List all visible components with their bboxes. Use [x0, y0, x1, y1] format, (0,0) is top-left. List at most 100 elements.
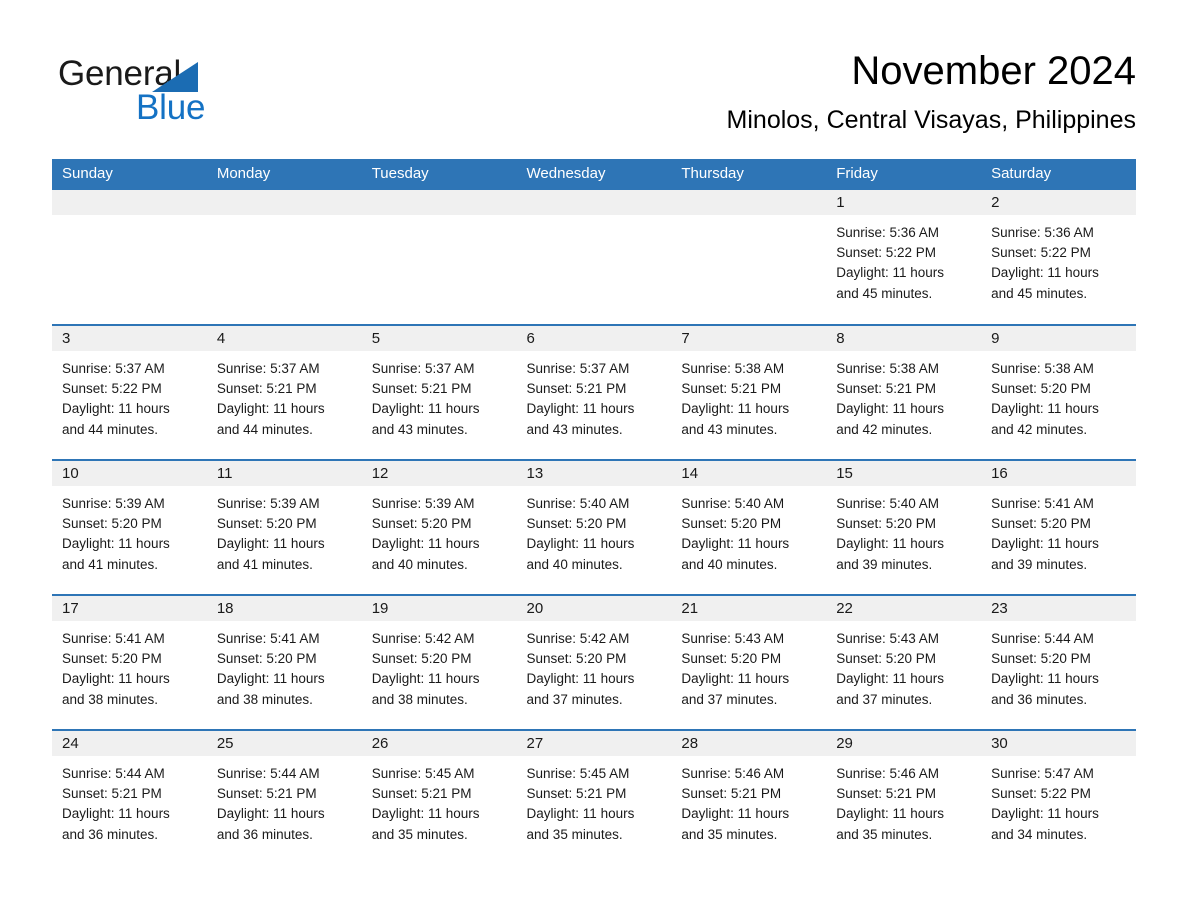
- daylight-text-line2: and 40 minutes.: [681, 556, 778, 572]
- weekday-header-tuesday: Tuesday: [361, 159, 517, 190]
- sunset-text: Sunset: 5:20 PM: [526, 516, 627, 532]
- daylight-text-line2: and 36 minutes.: [62, 826, 159, 842]
- day-number: 22: [826, 596, 982, 621]
- calendar-day-cell[interactable]: 4 Sunrise: 5:37 AM Sunset: 5:21 PM Daylight…: [206, 324, 362, 460]
- sunset-text: Sunset: 5:22 PM: [991, 245, 1091, 261]
- calendar-day-cell[interactable]: 11 Sunrise: 5:39 AM Sunset: 5:20 PM Dayligh…: [206, 459, 362, 595]
- daylight-text-line2: and 44 minutes.: [216, 421, 313, 437]
- page-subtitle: Minolos, Central Visayas, Philippines: [726, 106, 1136, 134]
- calendar-week-row: 17 Sunrise: 5:41 AM Sunset: 5:20 PM Dayligh…: [52, 594, 1136, 730]
- daylight-text-line2: and 38 minutes.: [371, 691, 468, 707]
- weekday-header-wednesday: Wednesday: [516, 159, 672, 190]
- calendar-day-cell[interactable]: 29 Sunrise: 5:46 AM Sunset: 5:21 PM Dayligh…: [826, 729, 982, 865]
- calendar-day-cell[interactable]: 18 Sunrise: 5:41 AM Sunset: 5:20 PM Dayligh…: [206, 594, 362, 730]
- day-details: Sunrise: 5:36 AM Sunset: 5:22 PM Daylight:…: [981, 215, 1136, 304]
- calendar-day-cell[interactable]: 9 Sunrise: 5:38 AM Sunset: 5:20 PM Daylight…: [981, 324, 1136, 460]
- generalblue-logo[interactable]: General Blue: [58, 54, 258, 132]
- day-number: 29: [826, 731, 982, 756]
- calendar-day-cell-empty: [206, 190, 362, 325]
- day-number: 3: [52, 326, 207, 351]
- daylight-text-line2: and 35 minutes.: [836, 826, 933, 842]
- calendar-day-cell[interactable]: 27 Sunrise: 5:45 AM Sunset: 5:21 PM Dayligh…: [516, 729, 672, 865]
- calendar-day-cell[interactable]: 23 Sunrise: 5:44 AM Sunset: 5:20 PM Dayligh…: [981, 594, 1136, 730]
- logo-text-blue: Blue: [136, 88, 206, 127]
- sunset-text: Sunset: 5:20 PM: [681, 651, 782, 667]
- calendar-day-cell[interactable]: 10 Sunrise: 5:39 AM Sunset: 5:20 PM Dayligh…: [52, 459, 207, 595]
- daylight-text-line1: Daylight: 11 hours: [991, 536, 1099, 552]
- calendar-day-cell[interactable]: 20 Sunrise: 5:42 AM Sunset: 5:20 PM Dayligh…: [516, 594, 672, 730]
- calendar-day-cell[interactable]: 21 Sunrise: 5:43 AM Sunset: 5:20 PM Dayligh…: [671, 594, 827, 730]
- day-number: 24: [52, 731, 207, 756]
- calendar-day-cell[interactable]: 17 Sunrise: 5:41 AM Sunset: 5:20 PM Dayligh…: [52, 594, 207, 730]
- calendar-day-cell[interactable]: 6 Sunrise: 5:37 AM Sunset: 5:21 PM Daylight…: [516, 324, 672, 460]
- daylight-text-line1: Daylight: 11 hours: [526, 401, 635, 417]
- day-number: 16: [981, 461, 1136, 486]
- calendar-day-cell[interactable]: 7 Sunrise: 5:38 AM Sunset: 5:21 PM Daylight…: [671, 324, 827, 460]
- sunset-text: Sunset: 5:20 PM: [216, 516, 317, 532]
- day-details: Sunrise: 5:42 AM Sunset: 5:20 PM Daylight:…: [517, 621, 672, 710]
- calendar-day-cell[interactable]: 19 Sunrise: 5:42 AM Sunset: 5:20 PM Dayligh…: [361, 594, 517, 730]
- calendar-day-cell[interactable]: 8 Sunrise: 5:38 AM Sunset: 5:21 PM Daylight…: [826, 324, 982, 460]
- day-number: [206, 190, 362, 215]
- day-number: 27: [516, 731, 672, 756]
- sunrise-text: Sunrise: 5:37 AM: [526, 361, 630, 376]
- daylight-text-line1: Daylight: 11 hours: [836, 806, 945, 822]
- calendar-body: 1 Sunrise: 5:36 AM Sunset: 5:22 PM Daylight…: [52, 190, 1136, 865]
- sunrise-text: Sunrise: 5:42 AM: [371, 631, 475, 646]
- calendar-day-cell[interactable]: 15 Sunrise: 5:40 AM Sunset: 5:20 PM Dayligh…: [826, 459, 982, 595]
- daylight-text-line2: and 38 minutes.: [216, 691, 313, 707]
- calendar-day-cell[interactable]: 24 Sunrise: 5:44 AM Sunset: 5:21 PM Dayligh…: [52, 729, 207, 865]
- calendar-page: General Blue November 2024 Minolos, Cent…: [0, 0, 1188, 918]
- daylight-text-line1: Daylight: 11 hours: [371, 401, 480, 417]
- sunset-text: Sunset: 5:21 PM: [681, 786, 782, 802]
- calendar-day-cell[interactable]: 16 Sunrise: 5:41 AM Sunset: 5:20 PM Dayligh…: [981, 459, 1136, 595]
- daylight-text-line1: Daylight: 11 hours: [526, 671, 635, 687]
- weekday-header-friday: Friday: [826, 159, 982, 190]
- sunrise-text: Sunrise: 5:37 AM: [62, 361, 165, 376]
- calendar-day-cell[interactable]: 13 Sunrise: 5:40 AM Sunset: 5:20 PM Dayligh…: [516, 459, 672, 595]
- calendar-day-cell[interactable]: 22 Sunrise: 5:43 AM Sunset: 5:20 PM Dayligh…: [826, 594, 982, 730]
- daylight-text-line1: Daylight: 11 hours: [836, 671, 945, 687]
- sunrise-text: Sunrise: 5:46 AM: [681, 766, 785, 781]
- calendar-day-cell[interactable]: 3 Sunrise: 5:37 AM Sunset: 5:22 PM Daylight…: [52, 324, 207, 460]
- daylight-text-line2: and 35 minutes.: [681, 826, 778, 842]
- calendar-day-cell[interactable]: 30 Sunrise: 5:47 AM Sunset: 5:22 PM Dayligh…: [981, 729, 1136, 865]
- calendar-week-row: 3 Sunrise: 5:37 AM Sunset: 5:22 PM Daylight…: [52, 324, 1136, 460]
- daylight-text-line1: Daylight: 11 hours: [216, 536, 325, 552]
- daylight-text-line2: and 45 minutes.: [991, 285, 1088, 301]
- day-details: Sunrise: 5:39 AM Sunset: 5:20 PM Daylight:…: [207, 486, 362, 575]
- sunset-text: Sunset: 5:21 PM: [371, 381, 472, 397]
- calendar-day-cell[interactable]: 12 Sunrise: 5:39 AM Sunset: 5:20 PM Dayligh…: [361, 459, 517, 595]
- title-block: November 2024 Minolos, Central Visayas, …: [727, 46, 1136, 135]
- day-details: Sunrise: 5:41 AM Sunset: 5:20 PM Daylight:…: [981, 486, 1136, 575]
- sunset-text: Sunset: 5:20 PM: [991, 516, 1091, 532]
- daylight-text-line2: and 43 minutes.: [371, 421, 468, 437]
- calendar-day-cell[interactable]: 1 Sunrise: 5:36 AM Sunset: 5:22 PM Daylight…: [826, 190, 982, 325]
- sunrise-text: Sunrise: 5:40 AM: [836, 496, 940, 511]
- calendar-day-cell[interactable]: 28 Sunrise: 5:46 AM Sunset: 5:21 PM Dayligh…: [671, 729, 827, 865]
- sunset-text: Sunset: 5:20 PM: [991, 381, 1091, 397]
- calendar-day-cell-empty: [361, 190, 517, 325]
- calendar-day-cell[interactable]: 5 Sunrise: 5:37 AM Sunset: 5:21 PM Daylight…: [361, 324, 517, 460]
- daylight-text-line2: and 42 minutes.: [991, 421, 1088, 437]
- sunrise-text: Sunrise: 5:36 AM: [836, 225, 940, 240]
- daylight-text-line2: and 38 minutes.: [62, 691, 159, 707]
- sunrise-text: Sunrise: 5:41 AM: [216, 631, 320, 646]
- daylight-text-line1: Daylight: 11 hours: [371, 671, 480, 687]
- sunrise-text: Sunrise: 5:45 AM: [371, 766, 475, 781]
- daylight-text-line2: and 44 minutes.: [62, 421, 159, 437]
- sunset-text: Sunset: 5:21 PM: [62, 786, 162, 802]
- calendar-week-row: 24 Sunrise: 5:44 AM Sunset: 5:21 PM Dayligh…: [52, 729, 1136, 865]
- calendar-day-cell-empty: [516, 190, 672, 325]
- day-details: Sunrise: 5:41 AM Sunset: 5:20 PM Daylight:…: [52, 621, 207, 710]
- day-number: 26: [361, 731, 517, 756]
- calendar-day-cell[interactable]: 25 Sunrise: 5:44 AM Sunset: 5:21 PM Dayligh…: [206, 729, 362, 865]
- sunrise-text: Sunrise: 5:40 AM: [526, 496, 630, 511]
- sunset-text: Sunset: 5:22 PM: [62, 381, 162, 397]
- calendar-day-cell[interactable]: 14 Sunrise: 5:40 AM Sunset: 5:20 PM Dayligh…: [671, 459, 827, 595]
- calendar-day-cell[interactable]: 2 Sunrise: 5:36 AM Sunset: 5:22 PM Daylight…: [981, 190, 1136, 325]
- calendar-day-cell-empty: [671, 190, 827, 325]
- calendar-day-cell[interactable]: 26 Sunrise: 5:45 AM Sunset: 5:21 PM Dayligh…: [361, 729, 517, 865]
- day-number: 8: [826, 326, 982, 351]
- sunset-text: Sunset: 5:22 PM: [991, 786, 1091, 802]
